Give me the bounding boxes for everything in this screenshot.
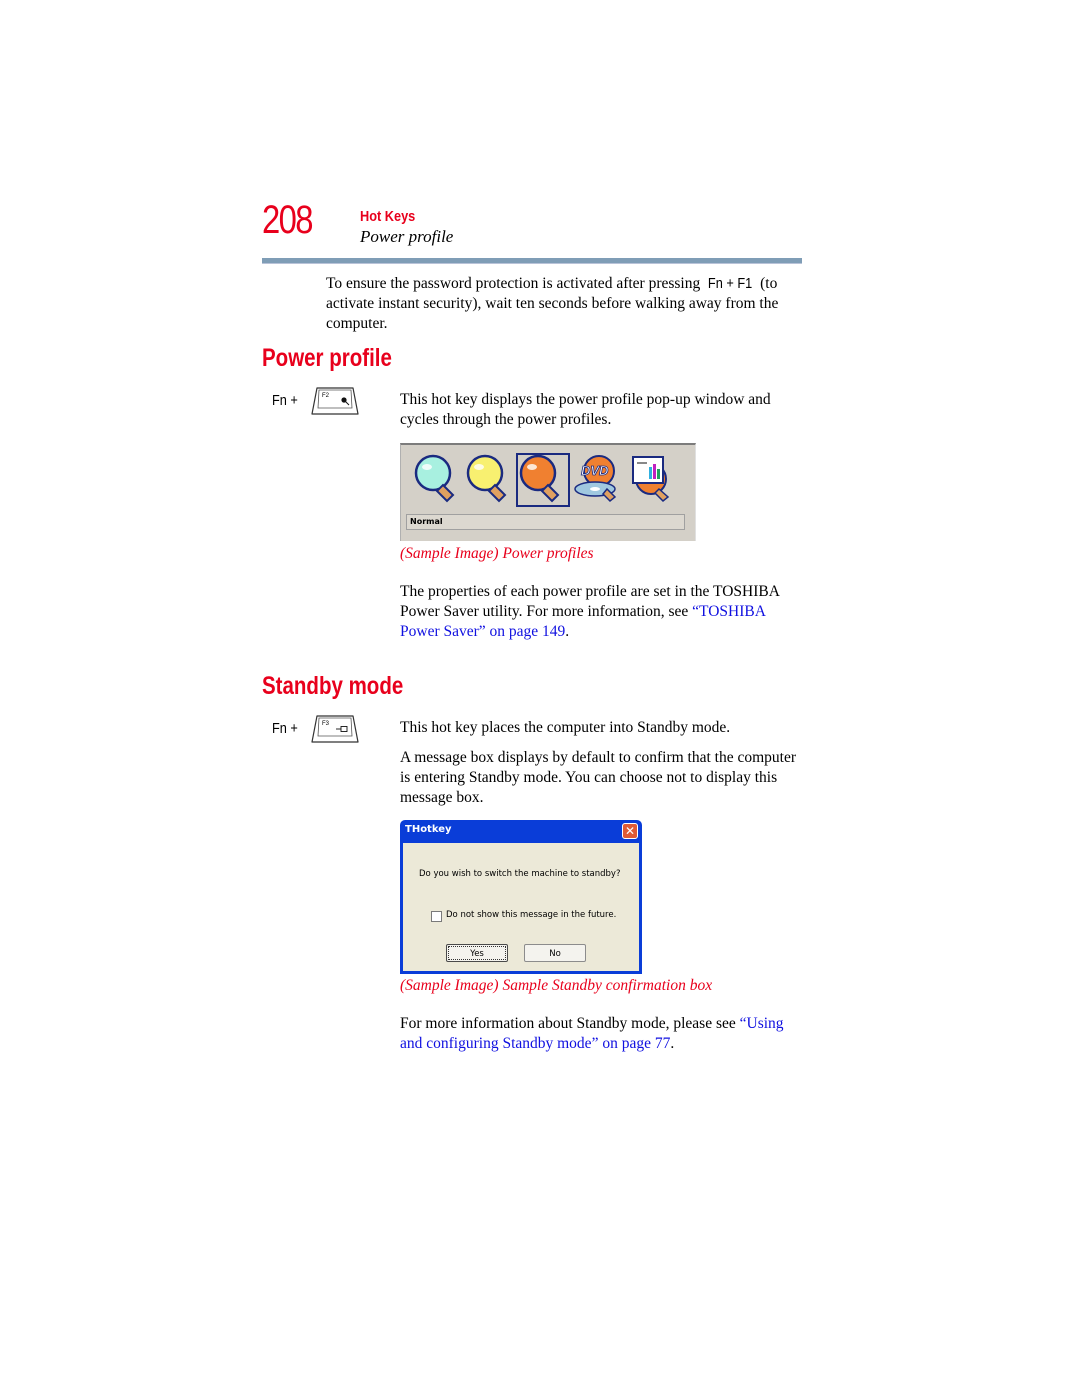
f2-key-icon: F2 <box>311 387 359 415</box>
power-profile-heading: Power profile <box>262 344 392 372</box>
standby-mode-heading: Standby mode <box>262 672 404 700</box>
chapter-title: Hot Keys <box>360 208 416 225</box>
key-combo: Fn + F1 <box>708 275 753 292</box>
f3-key-label: F3 <box>322 721 330 727</box>
intro-text: To ensure the password protection is act… <box>326 275 705 292</box>
standby-description: This hot key places the computer into St… <box>400 719 731 736</box>
dont-show-checkbox-label[interactable]: Do not show this message in the future. <box>446 910 616 920</box>
page-number: 208 <box>262 198 313 242</box>
more-info-text: For more information about Standby mode,… <box>400 1015 740 1032</box>
running-section-title: Power profile <box>360 227 454 246</box>
power-saver-cyan-bulb-icon[interactable] <box>413 453 463 503</box>
fn-label: Fn + <box>272 392 298 409</box>
svg-text:DVD: DVD <box>581 463 609 478</box>
dont-show-checkbox[interactable] <box>431 911 442 922</box>
f2-key-label: F2 <box>322 393 330 399</box>
presentation-icon[interactable] <box>627 453 677 503</box>
profile-status-field: Normal <box>406 514 685 530</box>
power-profile-description: This hot key displays the power profile … <box>400 391 771 428</box>
standby-message-paragraph: A message box displays by default to con… <box>400 749 797 806</box>
yes-button[interactable]: Yes <box>446 944 508 962</box>
power-profiles-caption: (Sample Image) Power profiles <box>400 545 594 562</box>
link-suffix: . <box>565 623 570 640</box>
power-saver-orange-bulb-icon[interactable] <box>518 453 568 503</box>
dialog-body: Do you wish to switch the machine to sta… <box>403 843 639 971</box>
standby-more-info-paragraph: For more information about Standby mode,… <box>400 1014 800 1054</box>
fn-label: Fn + <box>272 720 298 737</box>
power-profile-window: DVD Normal <box>400 443 696 541</box>
intro-paragraph: To ensure the password protection is act… <box>326 274 806 334</box>
power-saver-yellow-bulb-icon[interactable] <box>465 453 515 503</box>
link-suffix: . <box>670 1035 675 1052</box>
dialog-title: THotkey <box>405 824 452 835</box>
no-button[interactable]: No <box>524 944 586 962</box>
thotkey-dialog: THotkey ✕ Do you wish to switch the mach… <box>400 820 642 974</box>
f3-key-icon: F3 <box>311 715 359 743</box>
dialog-message: Do you wish to switch the machine to sta… <box>419 869 621 879</box>
power-profile-properties-paragraph: The properties of each power profile are… <box>400 582 800 642</box>
close-icon[interactable]: ✕ <box>622 823 638 839</box>
header-rule <box>262 258 802 264</box>
standby-caption: (Sample Image) Sample Standby confirmati… <box>400 977 713 994</box>
dvd-playback-icon[interactable]: DVD <box>573 453 623 503</box>
